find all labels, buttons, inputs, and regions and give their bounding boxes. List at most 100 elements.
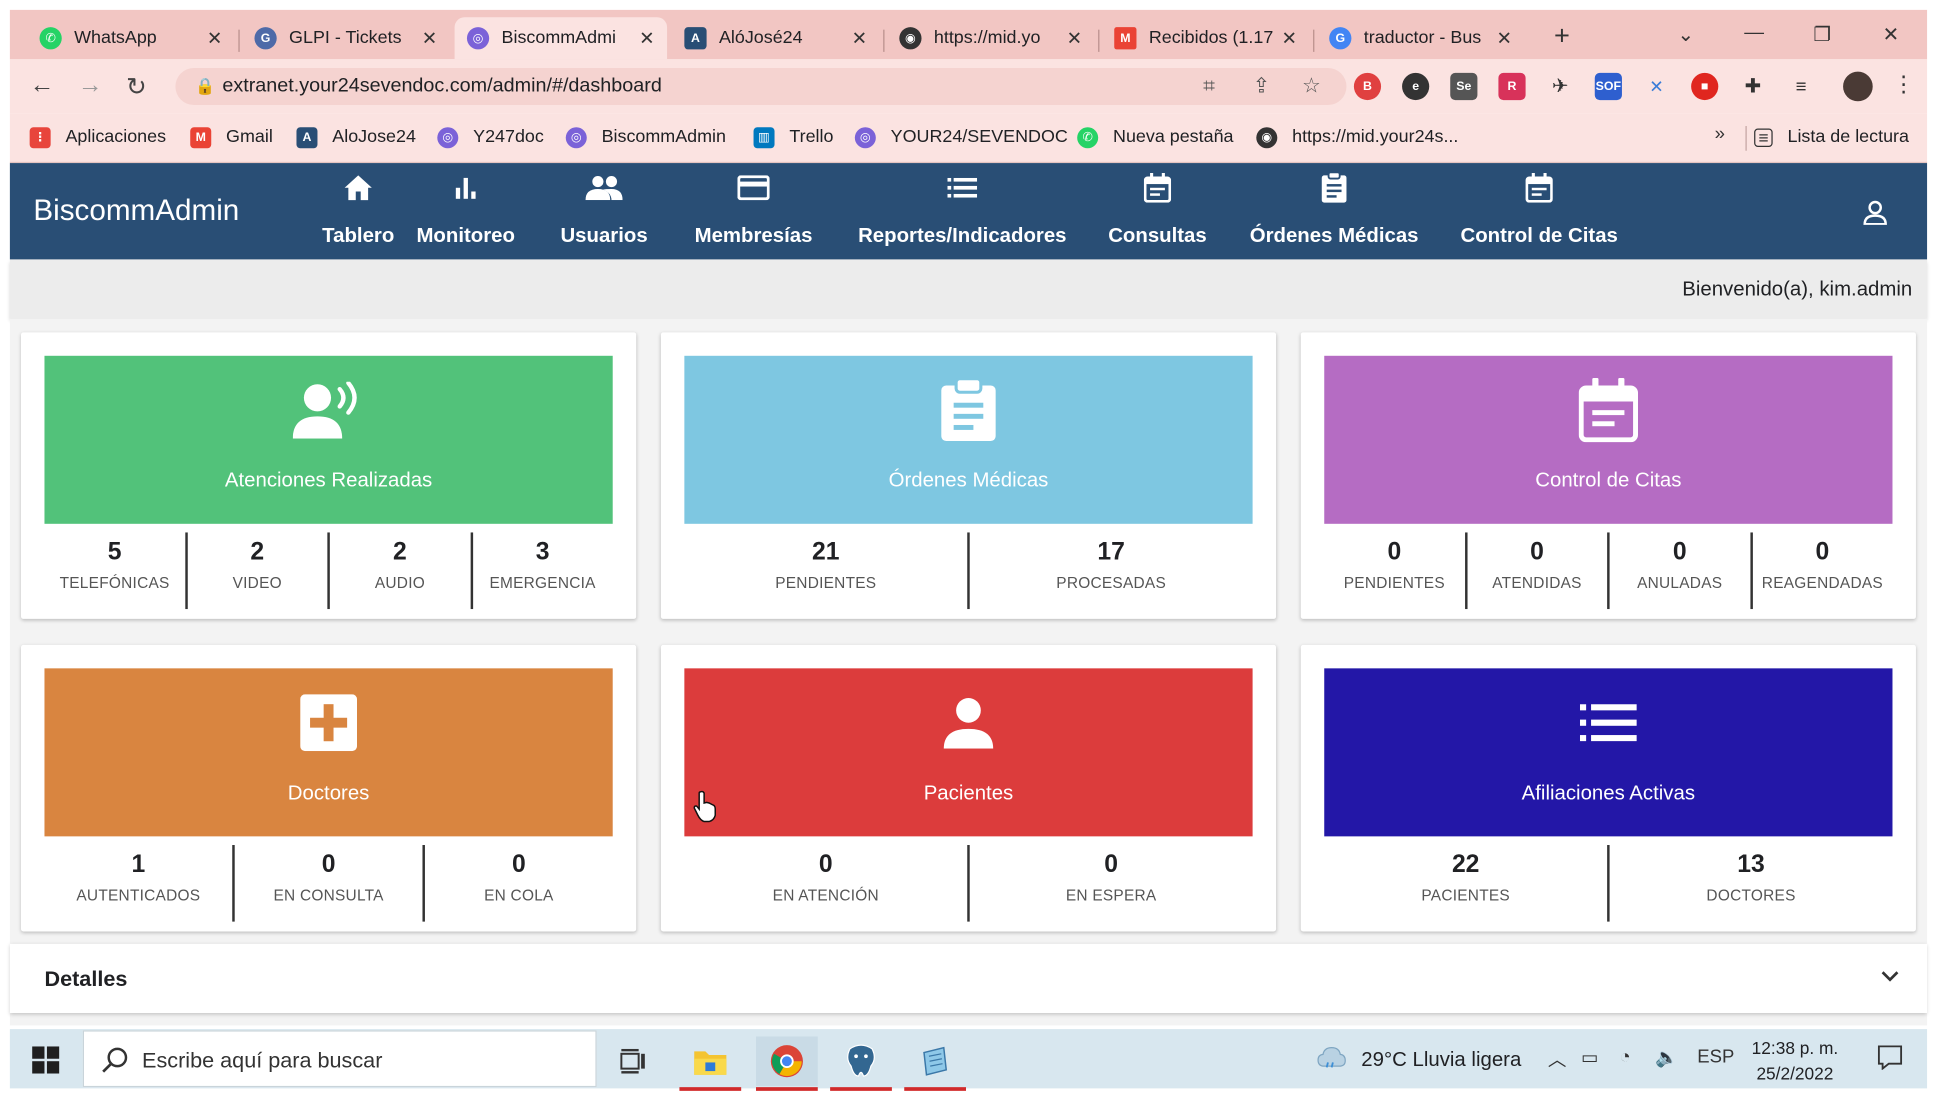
close-tab-icon[interactable]: ✕ — [207, 27, 223, 49]
card-banner[interactable]: Doctores — [44, 668, 613, 837]
nav-ordenes-medicas[interactable]: Órdenes Médicas — [1248, 163, 1421, 259]
nav-reportes-indicadores[interactable]: Reportes/Indicadores — [857, 163, 1067, 259]
card-banner[interactable]: Control de Citas — [1324, 355, 1893, 524]
extension-selenium-icon[interactable]: Se — [1450, 72, 1478, 101]
card-control-de-citas[interactable]: Control de Citas 0 PENDIENTES 0 ATENDIDAS … — [1300, 332, 1916, 619]
bookmark-nueva-pestana[interactable]: ✆ Nueva pestaña — [1077, 124, 1234, 151]
card-banner[interactable]: Órdenes Médicas — [684, 355, 1253, 524]
tab-traductor[interactable]: G traductor - Bus ✕ — [1317, 17, 1525, 59]
restore-icon[interactable]: ❐ — [1813, 22, 1831, 47]
new-tab-button[interactable]: + — [1554, 20, 1570, 52]
chevron-down-icon[interactable] — [1880, 966, 1900, 988]
tab-search-icon[interactable]: ⌄ — [1678, 22, 1695, 47]
tab-separator — [1313, 29, 1315, 52]
puzzle-icon[interactable]: ✚ — [1739, 73, 1766, 100]
tab-mid-your24[interactable]: ◉ https://mid.yo ✕ — [887, 17, 1095, 59]
y247doc-icon: ◎ — [437, 126, 459, 148]
battery-icon[interactable]: ▭ — [1581, 1046, 1599, 1069]
tray-overflow-icon[interactable]: ︿ — [1548, 1046, 1567, 1072]
reload-icon[interactable]: ↻ — [126, 72, 147, 103]
bookmark-y247doc[interactable]: ◎ Y247doc — [437, 124, 544, 151]
translate-icon[interactable]: ⌗ — [1203, 74, 1215, 99]
app-brand[interactable]: BiscommAdmin — [33, 194, 239, 229]
users-icon — [585, 173, 623, 203]
extension-adblock-icon[interactable]: ■ — [1691, 72, 1719, 101]
bookmark-gmail[interactable]: M Gmail — [190, 124, 273, 151]
nav-usuarios[interactable]: Usuarios — [553, 163, 654, 259]
nav-membresias[interactable]: Membresías — [692, 163, 816, 259]
tab-biscommadmin[interactable]: ◎ BiscommAdmi ✕ — [454, 17, 668, 60]
extension-r-icon[interactable]: R — [1498, 72, 1526, 101]
address-bar[interactable]: 🔒 extranet.your24sevendoc.com/admin/#/da… — [175, 67, 1347, 106]
nav-tablero[interactable]: Tablero — [314, 163, 403, 259]
biscomm-icon: ◎ — [565, 126, 587, 148]
extension-plane-icon[interactable]: ✈ — [1547, 73, 1574, 100]
card-atenciones-realizadas[interactable]: Atenciones Realizadas 5 TELEFÓNICAS 2 VIDE… — [21, 332, 637, 619]
extension-e-icon[interactable]: e — [1402, 72, 1430, 101]
clock-date: 25/2/2022 — [1756, 1063, 1834, 1084]
user-account-icon[interactable] — [1863, 200, 1888, 231]
card-doctores[interactable]: Doctores 1 AUTENTICADOS 0 EN CONSULTA 0 EN … — [21, 644, 637, 932]
bookmark-trello[interactable]: ▥ Trello — [753, 124, 833, 151]
extension-x-icon[interactable]: ✕ — [1643, 73, 1670, 100]
share-icon[interactable]: ⇪ — [1253, 74, 1271, 99]
bookmark-aplicaciones[interactable]: ⋮ Aplicaciones — [29, 124, 166, 151]
menu-kebab-icon[interactable]: ⋮ — [1892, 72, 1914, 98]
stat-emergencia: 3 EMERGENCIA — [470, 532, 613, 610]
nav-consultas[interactable]: Consultas — [1107, 163, 1208, 259]
reading-mode-icon[interactable]: ≡ — [1787, 73, 1814, 100]
reading-list-button[interactable]: ≡ Lista de lectura — [1754, 124, 1909, 151]
star-icon[interactable]: ☆ — [1302, 74, 1321, 99]
weather-widget[interactable]: 29°C Lluvia ligera — [1317, 1046, 1521, 1074]
close-tab-icon[interactable]: ✕ — [852, 27, 868, 49]
welcome-text: Bienvenido(a), kim.admin — [1682, 277, 1913, 301]
postgres-icon[interactable] — [830, 1037, 892, 1091]
windows-start-icon[interactable] — [32, 1046, 60, 1079]
minimize-icon[interactable]: — — [1744, 22, 1764, 44]
volume-icon[interactable]: 🔈 — [1655, 1046, 1678, 1069]
card-banner[interactable]: Pacientes — [684, 668, 1253, 837]
close-window-icon[interactable]: ✕ — [1883, 22, 1900, 47]
extension-ab-icon[interactable]: B — [1353, 72, 1382, 101]
tab-gmail[interactable]: M Recibidos (1.17 ✕ — [1102, 17, 1310, 59]
forward-icon[interactable]: → — [78, 72, 103, 100]
close-tab-icon[interactable]: ✕ — [639, 27, 655, 49]
card-banner[interactable]: Afiliaciones Activas — [1324, 668, 1893, 837]
list-icon — [1579, 688, 1637, 757]
card-pacientes[interactable]: Pacientes 0 EN ATENCIÓN 0 EN ESPERA — [660, 644, 1277, 932]
notepad-icon[interactable] — [904, 1037, 967, 1091]
tab-separator — [1098, 29, 1100, 52]
bookmark-alojose24[interactable]: A AloJose24 — [296, 124, 416, 151]
extension-sof-icon[interactable]: SOF — [1594, 72, 1622, 101]
bookmark-mid-your24s[interactable]: ◉ https://mid.your24s... — [1256, 124, 1458, 151]
nav-monitoreo[interactable]: Monitoreo — [415, 163, 516, 259]
taskbar-search[interactable]: Escribe aquí para buscar — [82, 1030, 597, 1088]
nav-control-de-citas[interactable]: Control de Citas — [1458, 163, 1621, 259]
notification-icon[interactable] — [1877, 1045, 1903, 1076]
close-tab-icon[interactable]: ✕ — [1067, 27, 1083, 49]
more-bookmarks-icon[interactable]: » — [1715, 124, 1725, 145]
chrome-icon[interactable] — [756, 1036, 818, 1091]
wifi-icon[interactable]: ◔ — [1619, 1046, 1630, 1067]
close-tab-icon[interactable]: ✕ — [1282, 27, 1298, 49]
bookmark-biscommadmin[interactable]: ◎ BiscommAdmin — [565, 124, 726, 151]
bookmark-your24sevendoc[interactable]: ◎ YOUR24/SEVENDOC — [854, 124, 1068, 151]
language-indicator[interactable]: ESP — [1697, 1046, 1734, 1067]
stat-procesadas: 17 PROCESADAS — [967, 532, 1252, 610]
card-title: Doctores — [287, 782, 370, 805]
card-afiliaciones-activas[interactable]: Afiliaciones Activas 22 PACIENTES 13 DOCTO… — [1300, 644, 1916, 932]
profile-avatar[interactable] — [1843, 71, 1873, 102]
details-accordion[interactable]: Detalles — [9, 943, 1928, 1014]
file-explorer-icon[interactable] — [679, 1037, 742, 1091]
lock-icon[interactable]: 🔒 — [195, 77, 215, 97]
close-tab-icon[interactable]: ✕ — [422, 27, 438, 49]
task-view-icon[interactable] — [603, 1037, 665, 1086]
tab-whatsapp[interactable]: ✆ WhatsApp ✕ — [27, 17, 235, 59]
tab-glpi[interactable]: G GLPI - Tickets ✕ — [242, 17, 450, 59]
taskbar-clock[interactable]: 12:38 p. m. 25/2/2022 — [1752, 1035, 1839, 1087]
close-tab-icon[interactable]: ✕ — [1496, 27, 1512, 49]
back-icon[interactable]: ← — [30, 72, 55, 100]
card-ordenes-medicas[interactable]: Órdenes Médicas 21 PENDIENTES 17 PROCESADA… — [660, 332, 1277, 619]
tab-alojose24[interactable]: A AlóJosé24 ✕ — [672, 17, 880, 59]
card-banner[interactable]: Atenciones Realizadas — [44, 355, 613, 524]
